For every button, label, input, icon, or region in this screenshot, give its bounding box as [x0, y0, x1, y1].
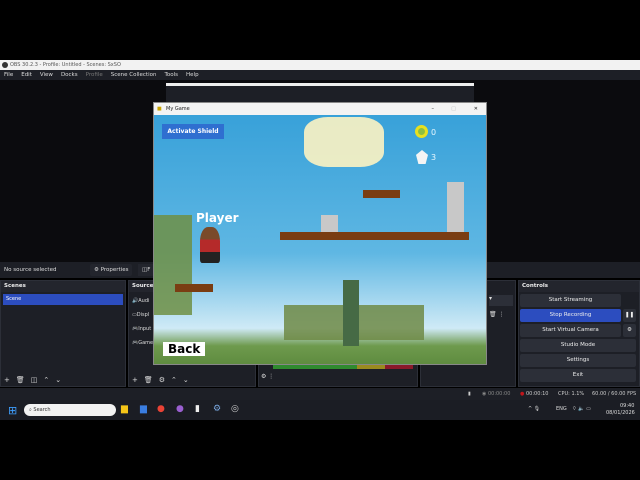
platform: [280, 232, 469, 240]
tree: [154, 215, 192, 315]
pause-recording-button[interactable]: ❚❚: [623, 309, 636, 322]
obs-logo-icon: [2, 62, 8, 68]
fps-readout: 60.00 / 60.00 FPS: [592, 391, 637, 397]
game-title: My Game: [166, 106, 190, 112]
back-button[interactable]: Back: [163, 342, 206, 356]
scenes-dock: Scenes Scene + 🗑 ◫ ⌃ ⌄: [0, 280, 126, 387]
game-window: ■ My Game – □ ✕ Activate Shield 0 3 Player …: [153, 102, 487, 365]
gear-icon[interactable]: ⚙: [159, 376, 165, 384]
gem-count: 3: [431, 153, 437, 162]
clock-time[interactable]: 09:40: [620, 403, 634, 409]
studio-mode-button[interactable]: Studio Mode: [520, 339, 636, 352]
search-label: Search: [33, 407, 51, 413]
add-icon[interactable]: +: [4, 376, 10, 384]
tray-chevron-icon[interactable]: ^ 🎙: [528, 406, 540, 412]
obs-titlebar: OBS 30.2.3 - Profile: Untitled - Scenes:…: [0, 60, 640, 70]
menu-docks[interactable]: Docks: [61, 70, 78, 80]
trash-icon[interactable]: 🗑: [144, 376, 153, 384]
filters-label: F: [147, 267, 151, 273]
menu-file[interactable]: File: [4, 70, 13, 80]
source-label: Game: [138, 340, 154, 346]
menu-tools[interactable]: Tools: [164, 70, 178, 80]
recursive-preview: [166, 83, 474, 103]
properties-label: Properties: [100, 267, 129, 273]
mixer-settings-icon[interactable]: ⚙ ⋮: [261, 373, 274, 380]
network-volume-battery-icon[interactable]: ⌔ 🔈 ▭: [572, 406, 591, 412]
window-title: OBS 30.2.3 - Profile: Untitled - Scenes:…: [10, 62, 121, 68]
activate-shield-button[interactable]: Activate Shield: [162, 124, 224, 139]
pygame-icon: ■: [157, 106, 162, 112]
menu-edit[interactable]: Edit: [21, 70, 32, 80]
close-button[interactable]: ✕: [474, 103, 478, 115]
no-source-label: No source selected: [4, 267, 57, 273]
source-label: Audi: [138, 298, 150, 304]
gem-icon: [416, 150, 428, 164]
coin-count: 0: [431, 128, 437, 137]
language-indicator[interactable]: ENG: [556, 406, 567, 412]
record-dot-icon: ●: [520, 391, 525, 397]
scene-item[interactable]: Scene: [3, 294, 123, 305]
chrome-icon[interactable]: ●: [157, 404, 165, 414]
settings-button[interactable]: Settings: [520, 354, 636, 367]
stop-recording-button[interactable]: Stop Recording: [520, 309, 621, 322]
transition-more-icon[interactable]: 🗑 ⋮: [489, 311, 505, 318]
source-label: Input: [138, 326, 152, 332]
obstacle-block: [447, 182, 464, 232]
game-titlebar: ■ My Game – □ ✕: [154, 103, 486, 115]
exit-button[interactable]: Exit: [520, 369, 636, 382]
source-label: Displ: [136, 312, 150, 318]
scenes-title: Scenes: [1, 281, 125, 292]
down-icon[interactable]: ⌄: [183, 376, 189, 384]
coin-icon: [415, 125, 428, 138]
pillar: [343, 280, 359, 346]
player-label: Player: [196, 211, 239, 225]
cpu-usage: CPU: 1.1%: [558, 391, 585, 397]
player-character: [200, 227, 220, 263]
start-streaming-button[interactable]: Start Streaming: [520, 294, 621, 307]
chrome-profile-icon[interactable]: ●: [176, 404, 184, 414]
filter-icon[interactable]: ◫: [31, 376, 38, 384]
maximize-button[interactable]: □: [451, 103, 456, 115]
up-icon[interactable]: ⌃: [43, 376, 49, 384]
obs-app-icon[interactable]: ◎: [231, 404, 239, 414]
menu-scene-collection[interactable]: Scene Collection: [111, 70, 157, 80]
start-virtual-camera-button[interactable]: Start Virtual Camera: [520, 324, 621, 337]
settings-app-icon[interactable]: ⚙: [213, 404, 221, 414]
add-icon[interactable]: +: [132, 376, 138, 384]
stream-status: ◉ 00:00:00: [482, 391, 511, 397]
controls-title: Controls: [519, 281, 639, 292]
platform: [175, 284, 213, 292]
stream-time: 00:00:00: [487, 391, 511, 397]
trash-icon[interactable]: 🗑: [16, 376, 25, 384]
down-icon[interactable]: ⌄: [55, 376, 61, 384]
sun: [304, 117, 384, 167]
windows-start-icon[interactable]: ⊞: [8, 404, 17, 417]
search-box[interactable]: ⌕ Search: [24, 404, 116, 416]
platform: [363, 190, 400, 198]
properties-button[interactable]: ⚙ Properties: [90, 264, 133, 276]
menu-profile[interactable]: Profile: [86, 70, 103, 80]
store-icon[interactable]: ▆: [140, 404, 147, 414]
game-background: Activate Shield 0 3 Player Back: [154, 115, 486, 364]
volume-meter: [273, 365, 413, 369]
record-time: 00:00:10: [525, 391, 549, 397]
menu-view[interactable]: View: [40, 70, 53, 80]
menu-bar: File Edit View Docks Profile Scene Collection…: [0, 70, 640, 80]
taskbar: ⊞ ⌕ Search ▆ ▆ ● ● ▮ ⚙ ◎ ^ 🎙 ENG ⌔ 🔈 ▭ 0…: [0, 400, 640, 420]
record-status: ● 00:00:10: [520, 388, 548, 400]
signal-icon: ▮: [468, 391, 471, 397]
clock-date[interactable]: 08/01/2026: [606, 410, 635, 416]
virtual-camera-settings-button[interactable]: ⚙: [623, 324, 636, 337]
minimize-button[interactable]: –: [432, 103, 435, 115]
file-explorer-icon[interactable]: ▆: [121, 404, 128, 414]
up-icon[interactable]: ⌃: [171, 376, 177, 384]
status-bar: ▮ ◉ 00:00:00 ● 00:00:10 CPU: 1.1% 60.00 …: [0, 388, 640, 400]
notepad-icon[interactable]: ▮: [195, 404, 200, 414]
obstacle-block: [321, 215, 338, 232]
transition-dropdown[interactable]: ▾: [489, 295, 513, 306]
filters-button[interactable]: ◫F: [138, 264, 155, 276]
menu-help[interactable]: Help: [186, 70, 199, 80]
